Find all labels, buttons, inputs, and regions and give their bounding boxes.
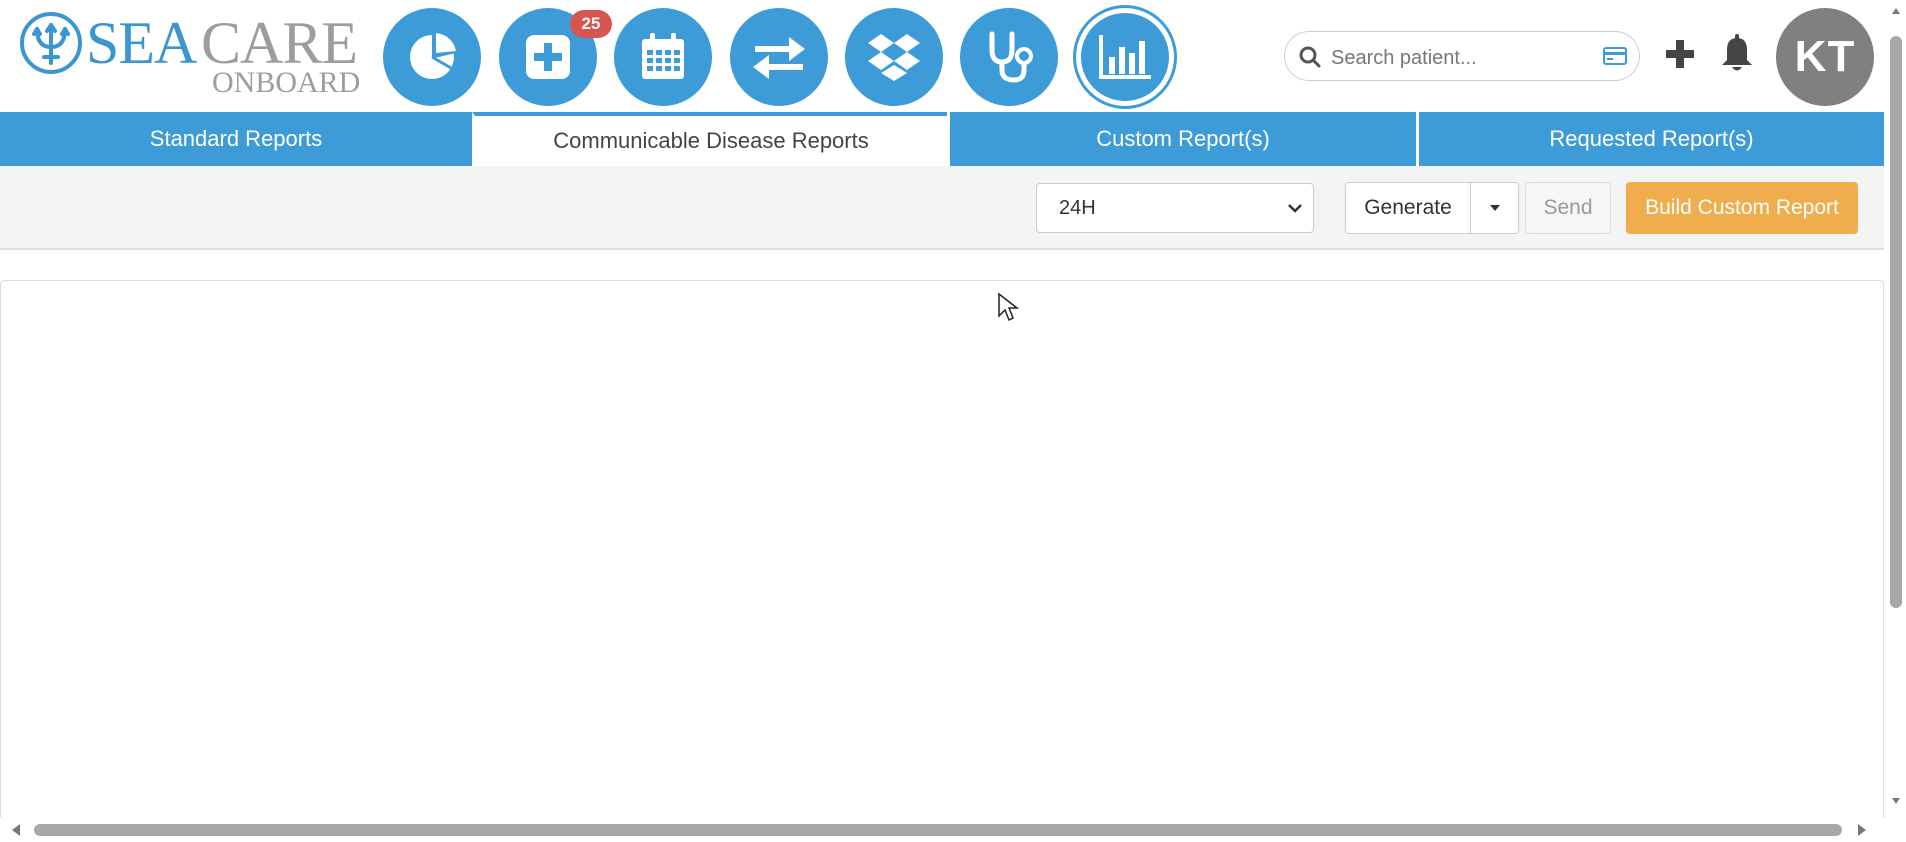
pie-chart-icon <box>410 33 456 79</box>
mouse-cursor-icon <box>998 292 1019 322</box>
send-button[interactable]: Send <box>1525 182 1611 234</box>
generate-button[interactable]: Generate <box>1345 182 1471 234</box>
transfer-arrows-icon <box>753 37 805 79</box>
add-plus-icon[interactable] <box>1662 36 1698 72</box>
stethoscope-icon <box>989 31 1033 83</box>
period-select[interactable]: 24H <box>1036 183 1314 233</box>
nav-consultation-button[interactable] <box>960 8 1058 106</box>
notifications-bell-icon[interactable] <box>1719 34 1755 74</box>
scroll-up-arrow-icon[interactable] <box>1891 6 1901 16</box>
seacare-logo[interactable]: SEA CARE ONBOARD <box>20 10 365 99</box>
build-custom-report-button[interactable]: Build Custom Report <box>1626 182 1858 234</box>
nav-reports-button[interactable] <box>1076 8 1174 106</box>
report-tabs: Standard Reports Communicable Disease Re… <box>0 112 1884 166</box>
app-header: SEA CARE ONBOARD 25 Search patient... KT <box>0 0 1886 112</box>
nav-transfer-button[interactable] <box>730 8 828 106</box>
tab-communicable-disease-reports[interactable]: Communicable Disease Reports <box>472 112 947 166</box>
logo-text-sea: SEA <box>86 10 197 76</box>
vertical-scrollbar[interactable] <box>1886 0 1906 818</box>
scroll-down-arrow-icon[interactable] <box>1891 796 1901 806</box>
scroll-left-arrow-icon[interactable] <box>10 823 22 837</box>
report-content-panel <box>0 280 1884 820</box>
bar-chart-icon <box>1099 35 1151 79</box>
id-card-icon[interactable] <box>1603 46 1627 66</box>
calendar-icon <box>642 33 684 79</box>
dropbox-icon <box>868 34 920 81</box>
user-avatar[interactable]: KT <box>1776 8 1874 106</box>
nav-inventory-button[interactable] <box>845 8 943 106</box>
tab-standard-reports[interactable]: Standard Reports <box>0 112 472 166</box>
caret-down-icon <box>1489 205 1500 211</box>
patient-search-box <box>1284 31 1640 81</box>
logo-text-onboard: ONBOARD <box>212 66 361 99</box>
horizontal-scrollbar[interactable] <box>0 818 1906 842</box>
vertical-scroll-thumb[interactable] <box>1890 36 1902 608</box>
tab-requested-reports[interactable]: Requested Report(s) <box>1416 112 1884 166</box>
trident-icon <box>20 12 82 74</box>
patient-search-input[interactable] <box>1329 42 1593 74</box>
generate-dropdown-toggle[interactable] <box>1471 182 1519 234</box>
scroll-right-arrow-icon[interactable] <box>1856 823 1868 837</box>
nav-calendar-button[interactable] <box>614 8 712 106</box>
medical-cross-icon <box>526 35 570 79</box>
nav-dashboard-button[interactable] <box>383 8 481 106</box>
report-toolbar: 24H Generate Send Build Custom Report <box>0 166 1884 250</box>
tab-custom-reports[interactable]: Custom Report(s) <box>947 112 1416 166</box>
search-icon <box>1299 46 1321 68</box>
chevron-down-icon <box>1288 204 1302 213</box>
notification-count-badge: 25 <box>570 10 612 38</box>
horizontal-scroll-thumb[interactable] <box>34 824 1842 836</box>
period-select-value: 24H <box>1059 196 1096 219</box>
generate-button-group: Generate <box>1345 182 1519 234</box>
